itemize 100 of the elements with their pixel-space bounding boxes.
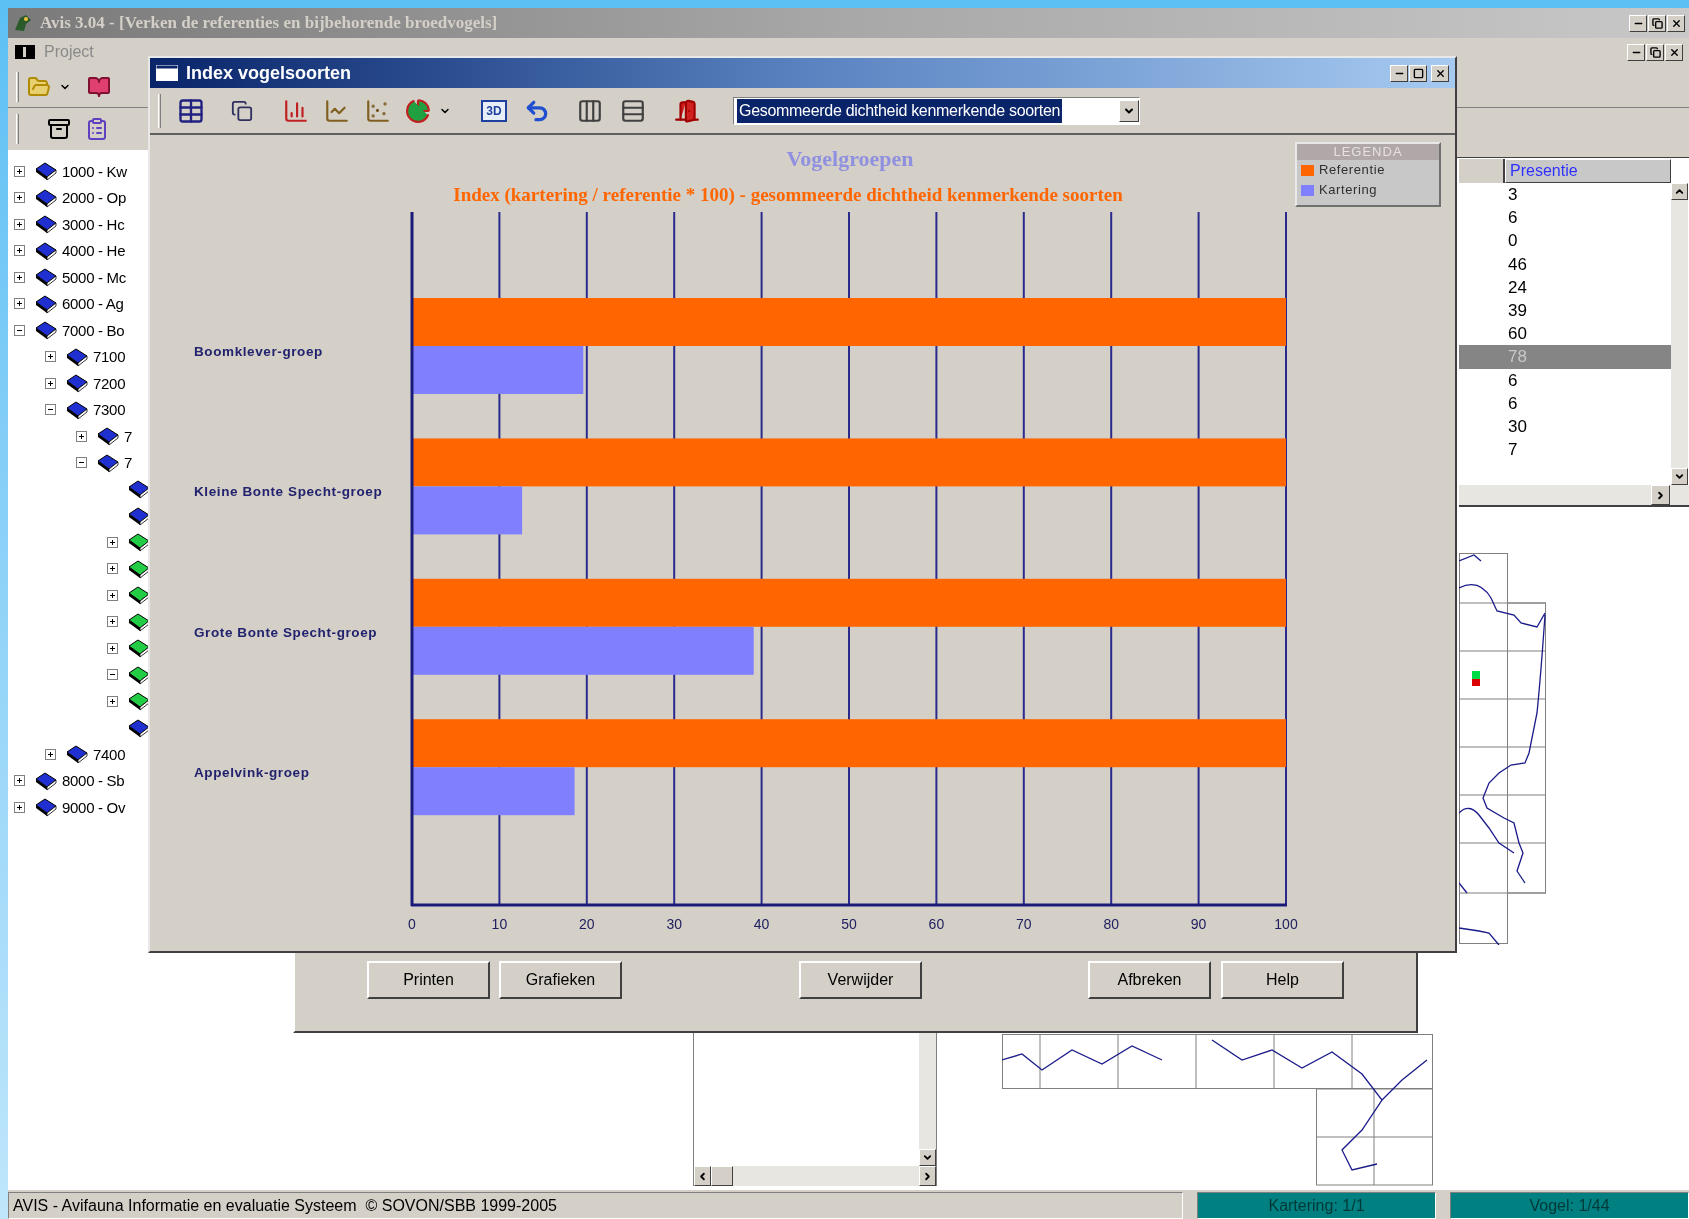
scrollbar[interactable]: [919, 1033, 936, 1166]
expand-icon[interactable]: [107, 616, 118, 628]
tree-item-label[interactable]: 7300: [93, 402, 126, 418]
list-row[interactable]: 6: [1459, 391, 1671, 415]
tick-label: 0: [408, 916, 416, 932]
help-button[interactable]: Help: [1221, 961, 1344, 999]
expand-icon[interactable]: [45, 351, 56, 363]
tree-item-label[interactable]: 1000 - Kw: [62, 163, 127, 179]
expand-icon[interactable]: [14, 218, 25, 230]
tick-label: 20: [579, 916, 595, 932]
scrollbar[interactable]: [1671, 183, 1688, 485]
bar-chart-icon[interactable]: [283, 97, 309, 124]
three-d-button[interactable]: 3D: [481, 99, 507, 122]
tree-item-label[interactable]: 2000 - Op: [62, 190, 126, 206]
tick-label: 60: [928, 916, 945, 932]
tree-item-label[interactable]: 8000 - Sb: [62, 773, 125, 789]
expand-icon[interactable]: [14, 245, 25, 257]
status-panel: Kartering: 1/1: [1197, 1192, 1436, 1219]
tree-item-label[interactable]: 5000 - Mc: [62, 269, 126, 285]
status-panel: Vogel: 1/44: [1450, 1192, 1689, 1219]
expand-icon[interactable]: [107, 536, 118, 548]
clipboard-icon[interactable]: [85, 117, 109, 141]
list-row[interactable]: 6: [1459, 206, 1671, 230]
expand-icon[interactable]: [14, 192, 25, 204]
chart-title: Vogelgroepen: [786, 146, 914, 171]
expand-icon[interactable]: [14, 165, 25, 177]
tree-item-label[interactable]: 7400: [93, 746, 126, 762]
expand-icon[interactable]: [14, 801, 25, 813]
list-row[interactable]: 3: [1459, 183, 1671, 207]
tree-item-label[interactable]: 7100: [93, 349, 126, 365]
book-icon[interactable]: [87, 74, 111, 99]
tick-label: 100: [1274, 916, 1298, 932]
expand-icon[interactable]: [107, 695, 118, 707]
expand-icon[interactable]: [14, 271, 25, 283]
tree-item-label[interactable]: 9000 - Ov: [62, 799, 126, 815]
status-text: AVIS - Avifauna Informatie en evaluatie Systeem © SOVON/SBB 1999-2005: [8, 1192, 1183, 1219]
legend-label: Kartering: [1319, 181, 1378, 200]
remove-button[interactable]: Verwijder: [799, 961, 922, 999]
expand-icon[interactable]: [107, 589, 118, 601]
vertical-grid-icon[interactable]: [577, 97, 603, 124]
pie-chart-icon[interactable]: [405, 97, 431, 124]
scroll-thumb[interactable]: [711, 1166, 733, 1186]
list-row[interactable]: 0: [1459, 229, 1671, 253]
scrollbar[interactable]: [694, 1166, 936, 1186]
copy-icon[interactable]: [231, 99, 253, 122]
tick-label: 30: [666, 916, 682, 932]
tree-item-label[interactable]: 3000 - Hc: [62, 216, 125, 232]
charts-button[interactable]: Grafieken: [499, 961, 622, 999]
tree-item-label[interactable]: 7000 - Bo: [62, 322, 125, 338]
list-row[interactable]: 24: [1459, 275, 1671, 299]
line-chart-icon[interactable]: [324, 97, 350, 124]
window-icon: [14, 43, 36, 61]
category-label: Kleine Bonte Specht-groep: [194, 484, 383, 500]
list-row[interactable]: 39: [1459, 298, 1671, 323]
collapse-icon[interactable]: [45, 404, 56, 416]
expand-icon[interactable]: [14, 298, 25, 310]
tick-label: 70: [1016, 916, 1032, 932]
tree-item-label[interactable]: 7: [124, 428, 133, 444]
column-header[interactable]: Presentie: [1505, 159, 1671, 183]
tree-item-label[interactable]: 7: [124, 455, 133, 471]
tree-item-label[interactable]: 7200: [93, 375, 126, 391]
archive-icon[interactable]: [47, 117, 71, 141]
tick-label: 10: [491, 916, 508, 932]
list-row[interactable]: 6: [1459, 368, 1671, 392]
tick-label: 50: [841, 916, 857, 932]
list-row[interactable]: 7: [1459, 438, 1671, 462]
scatter-chart-icon[interactable]: [365, 97, 391, 124]
tree-item-label[interactable]: 4000 - He: [62, 243, 126, 259]
measure-dropdown[interactable]: Gesommeerde dichtheid kenmerkende soorten: [733, 96, 1140, 125]
category-label: Grote Bonte Specht-groep: [194, 624, 378, 640]
expand-icon[interactable]: [14, 775, 25, 787]
bird-icon: [12, 12, 34, 34]
cancel-button[interactable]: Afbreken: [1088, 961, 1211, 999]
expand-icon[interactable]: [45, 748, 56, 760]
tick-label: 40: [753, 916, 770, 932]
collapse-icon[interactable]: [107, 669, 118, 681]
dialog-title: Index vogelsoorten: [186, 61, 352, 85]
scrollbar[interactable]: [1459, 485, 1689, 505]
list-row[interactable]: 46: [1459, 252, 1671, 276]
tree-item-label[interactable]: 6000 - Ag: [62, 296, 124, 312]
legend-label: Referentie: [1319, 161, 1385, 180]
legend-title: LEGENDA: [1297, 144, 1439, 160]
horizontal-grid-icon[interactable]: [620, 97, 646, 124]
expand-icon[interactable]: [76, 430, 87, 442]
window-icon: [156, 65, 178, 81]
exit-icon[interactable]: [674, 97, 700, 124]
collapse-icon[interactable]: [14, 324, 25, 336]
category-label: Appelvink-groep: [194, 765, 310, 781]
collapse-icon[interactable]: [76, 457, 87, 469]
table-icon[interactable]: [177, 96, 205, 125]
expand-icon[interactable]: [107, 563, 118, 575]
chart-subtitle: Index (kartering / referentie * 100) - gesommeerde dichtheid kenmerkende soorten: [453, 184, 1123, 205]
tick-label: 80: [1103, 916, 1119, 932]
list-row[interactable]: 30: [1459, 414, 1671, 439]
category-label: Boomklever-groep: [194, 344, 323, 359]
window-title: Avis 3.04 - [Verken de referenties en bijbehorende broedvogels]: [40, 12, 498, 35]
print-button[interactable]: Printen: [367, 961, 490, 999]
list-row[interactable]: 60: [1459, 322, 1671, 346]
expand-icon[interactable]: [107, 642, 118, 654]
expand-icon[interactable]: [45, 377, 56, 389]
